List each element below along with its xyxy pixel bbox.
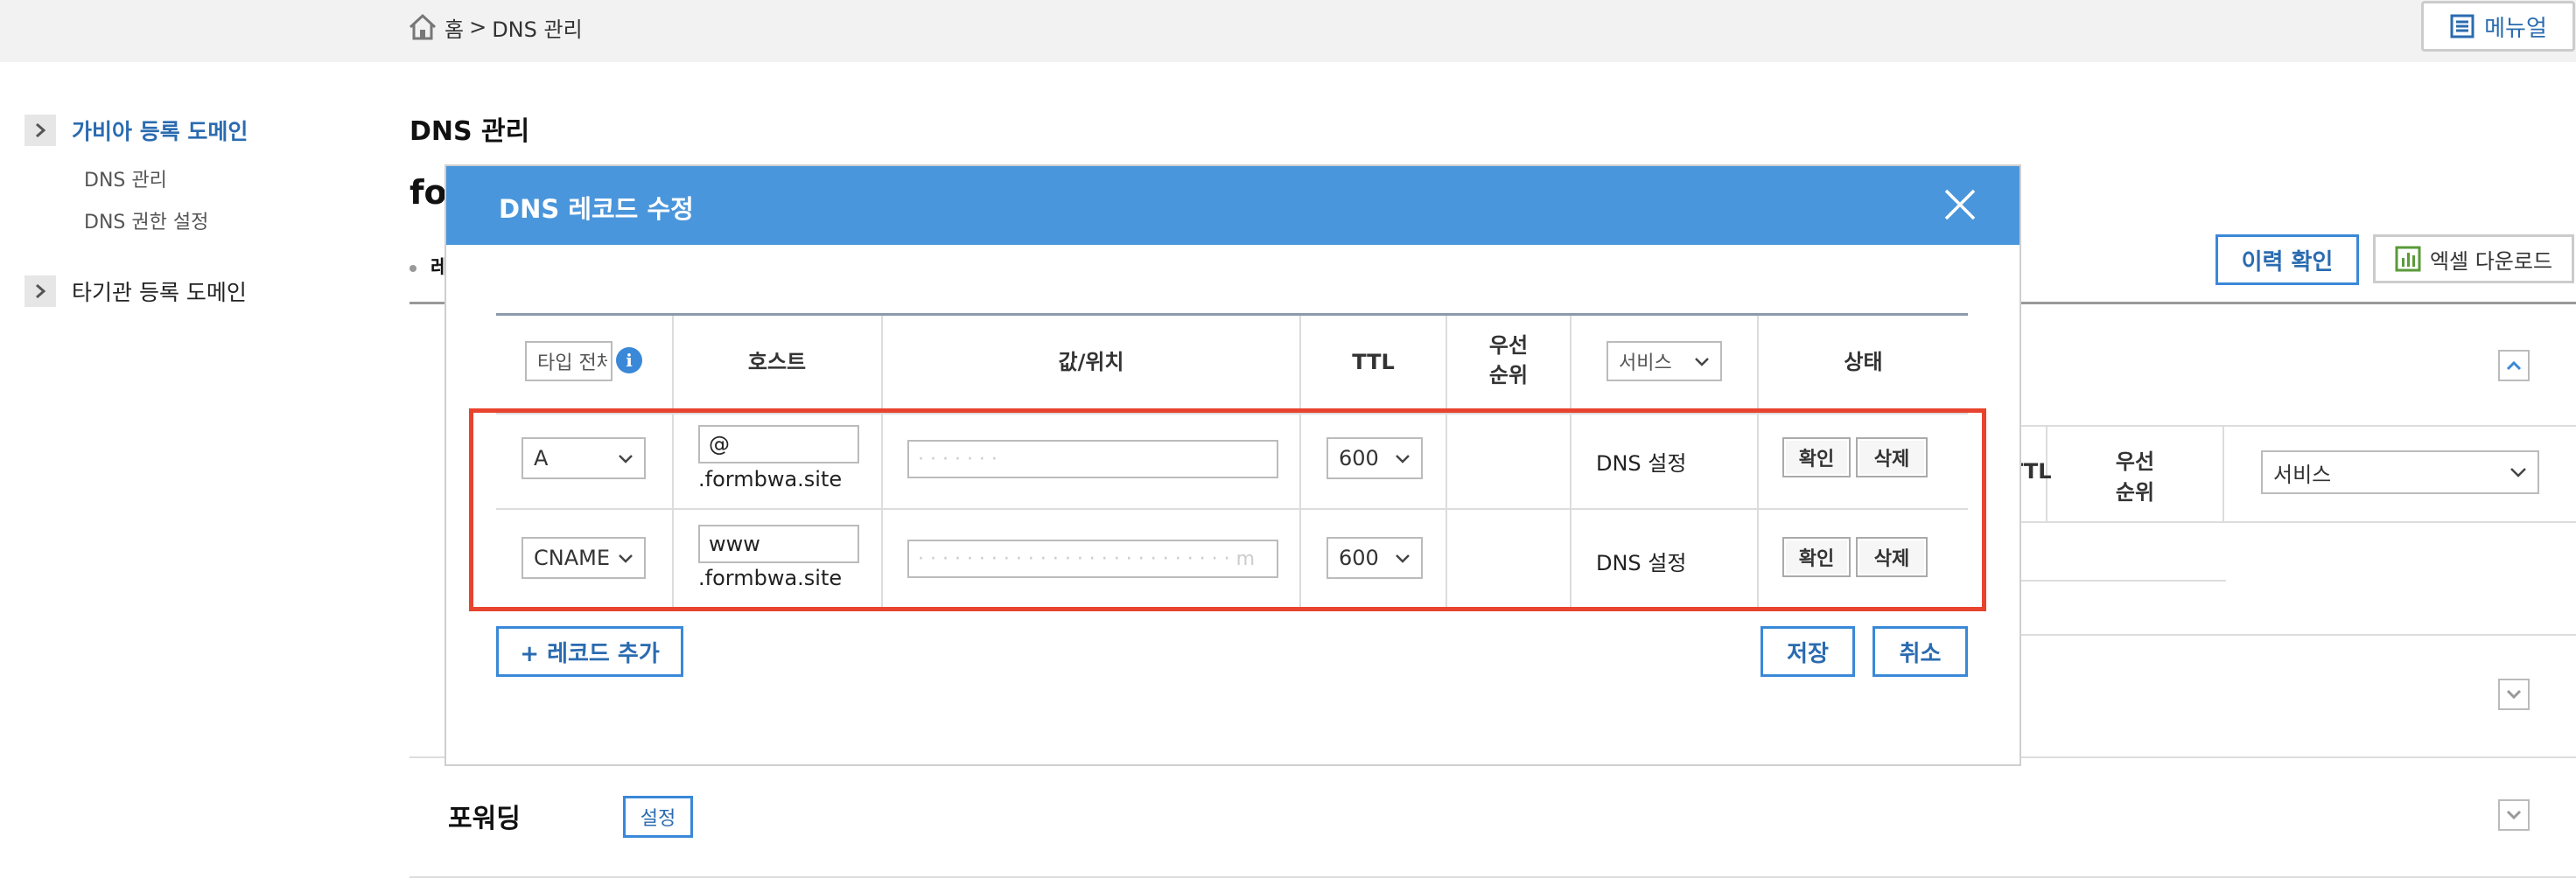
top-bar: 홈 > DNS 관리 메뉴얼 <box>0 0 2576 62</box>
highlight-box <box>469 408 1986 611</box>
chevron-right-icon <box>24 115 56 146</box>
chevron-right-icon <box>24 275 56 307</box>
status-header: 상태 <box>1844 350 1883 374</box>
breadcrumb-separator: > <box>469 15 487 39</box>
host-header: 호스트 <box>747 350 807 374</box>
save-button[interactable]: 저장 <box>1760 626 1855 677</box>
page-title: DNS 관리 <box>410 116 530 147</box>
divider <box>410 876 2576 878</box>
sidebar-group-other[interactable]: 타기관 등록 도메인 <box>24 275 247 307</box>
value-header: 값/위치 <box>1058 350 1124 374</box>
collapse-toggle[interactable] <box>2498 350 2530 381</box>
close-icon[interactable] <box>1942 187 1978 222</box>
divider <box>1986 580 2226 582</box>
type-filter-value: 타입 전체 <box>537 352 607 374</box>
chevron-up-icon <box>2506 360 2522 371</box>
table-top-border <box>496 313 1968 316</box>
breadcrumb-home[interactable]: 홈 <box>444 12 464 43</box>
spreadsheet-icon <box>2395 246 2421 272</box>
cancel-button[interactable]: 취소 <box>1872 626 1968 677</box>
add-record-button[interactable]: + 레코드 추가 <box>496 626 683 677</box>
breadcrumb: 홈 > DNS 관리 <box>408 12 583 42</box>
forwarding-setting-button[interactable]: 설정 <box>623 796 693 838</box>
divider <box>2222 425 2224 521</box>
home-icon[interactable] <box>408 13 438 41</box>
excel-download-label: 엑셀 다운로드 <box>2429 248 2553 274</box>
breadcrumb-current: DNS 관리 <box>492 17 583 42</box>
expand-toggle[interactable] <box>2498 679 2530 710</box>
bg-service-select-value: 서비스 <box>2273 462 2332 487</box>
record-tab[interactable]: 레 <box>410 252 448 280</box>
sidebar-item-dns-manage[interactable]: DNS 관리 <box>84 164 167 192</box>
forwarding-title: 포워딩 <box>448 804 521 834</box>
document-icon <box>2450 14 2474 38</box>
chevron-down-icon <box>2506 689 2522 700</box>
domain-title: fo <box>410 173 447 212</box>
bg-priority-header: 우선 순위 <box>2115 449 2155 505</box>
chevron-down-icon <box>2510 468 2526 477</box>
modal-header: DNS 레코드 수정 <box>446 166 2020 245</box>
excel-download-button[interactable]: 엑셀 다운로드 <box>2373 234 2574 283</box>
chevron-down-icon <box>1695 357 1709 366</box>
priority-header: 우선 순위 <box>1488 333 1529 387</box>
manual-label: 메뉴얼 <box>2484 15 2547 42</box>
sidebar-group-gabia[interactable]: 가비아 등록 도메인 <box>24 115 248 146</box>
modal-title: DNS 레코드 수정 <box>499 194 694 224</box>
chevron-down-icon <box>2506 810 2522 820</box>
type-filter-select[interactable]: 타입 전체 <box>525 341 612 381</box>
service-filter-select[interactable]: 서비스 <box>1606 341 1722 381</box>
ttl-header: TTL <box>1352 350 1395 374</box>
sidebar-group-label: 타기관 등록 도메인 <box>72 280 247 305</box>
divider <box>1986 425 2576 427</box>
sidebar-group-label: 가비아 등록 도메인 <box>72 119 248 144</box>
info-icon[interactable]: i <box>616 347 642 373</box>
sidebar-item-dns-permission[interactable]: DNS 권한 설정 <box>84 206 208 234</box>
expand-toggle[interactable] <box>2498 799 2530 831</box>
divider <box>1986 634 2576 636</box>
service-filter-value: 서비스 <box>1619 352 1672 374</box>
divider <box>1986 521 2576 523</box>
history-button[interactable]: 이력 확인 <box>2216 234 2359 285</box>
bg-service-select[interactable]: 서비스 <box>2261 450 2539 494</box>
manual-button[interactable]: 메뉴얼 <box>2421 1 2575 52</box>
